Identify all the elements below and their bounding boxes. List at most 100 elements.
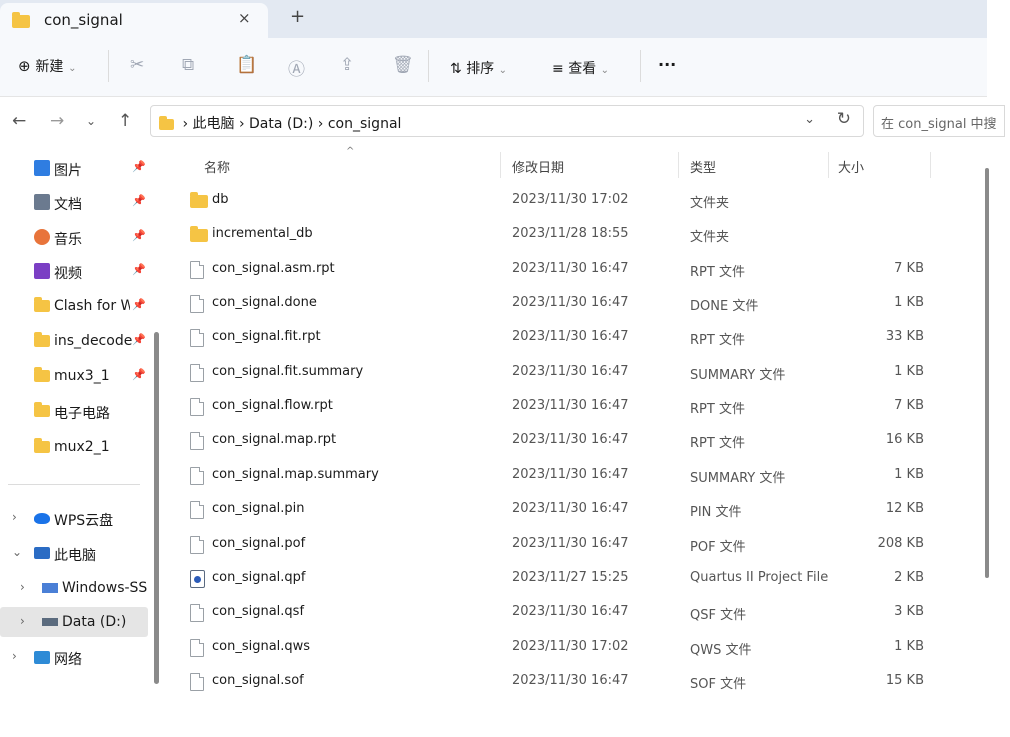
back-arrow-icon[interactable]: ← <box>12 111 26 131</box>
sort-label: 排序 <box>466 61 495 77</box>
folder-icon <box>190 226 208 243</box>
sidebar-item-mux2-1[interactable]: mux2_1 <box>0 432 148 462</box>
file-row[interactable]: con_signal.pof 2023/11/30 16:47 POF 文件 208 … <box>160 527 987 561</box>
breadcrumb-this-pc[interactable]: 此电脑 <box>193 116 235 132</box>
file-name: con_signal.asm.rpt <box>212 260 335 276</box>
column-divider[interactable] <box>500 152 501 178</box>
file-type: QWS 文件 <box>690 642 752 658</box>
column-divider[interactable] <box>678 152 679 178</box>
file-row[interactable]: con_signal.qsf 2023/11/30 16:47 QSF 文件 3 KB <box>160 595 987 629</box>
sort-button[interactable]: ⇅ 排序 ⌄ <box>450 58 507 78</box>
search-input[interactable]: 在 con_signal 中搜 <box>873 105 1005 137</box>
sidebar-item-pictures[interactable]: 图片 📌 <box>0 153 148 183</box>
pin-icon[interactable]: 📌 <box>132 160 146 173</box>
column-header-date[interactable]: 修改日期 <box>512 157 564 176</box>
folder-icon <box>34 367 50 382</box>
file-icon <box>190 672 204 691</box>
sidebar-item-data-d[interactable]: › Data (D:) <box>0 607 148 637</box>
breadcrumb: › 此电脑 › Data (D:) › con_signal <box>159 113 401 133</box>
breadcrumb-con-signal[interactable]: con_signal <box>328 116 402 132</box>
sidebar-item-mux3-1[interactable]: mux3_1 📌 <box>0 361 148 391</box>
file-row[interactable]: incremental_db 2023/11/28 18:55 文件夹 <box>160 217 987 251</box>
sidebar-scrollbar[interactable] <box>154 332 159 684</box>
column-header-name[interactable]: 名称 <box>204 157 230 176</box>
pin-icon[interactable]: 📌 <box>132 298 146 311</box>
sidebar-item-videos[interactable]: 视频 📌 <box>0 256 148 286</box>
file-size: 15 KB <box>885 672 924 688</box>
new-tab-button[interactable]: + <box>290 6 305 27</box>
refresh-icon[interactable]: ↻ <box>837 109 851 129</box>
pin-icon[interactable]: 📌 <box>132 368 146 381</box>
file-modified-date: 2023/11/30 17:02 <box>512 638 629 654</box>
file-size: 1 KB <box>894 295 924 311</box>
rename-icon[interactable]: Ⓐ <box>288 55 305 80</box>
expand-chevron-icon[interactable]: › <box>12 510 17 524</box>
column-divider[interactable] <box>828 152 829 178</box>
file-name: db <box>212 192 229 207</box>
delete-icon[interactable]: 🗑 <box>392 55 414 75</box>
folder-icon <box>34 438 50 453</box>
sidebar-item-label: 图片 <box>54 163 82 179</box>
breadcrumb-data-d[interactable]: Data (D:) <box>249 116 313 132</box>
copy-icon[interactable]: ⧉ <box>182 55 194 75</box>
close-tab-icon[interactable]: × <box>238 9 251 27</box>
paste-icon[interactable]: 📋 <box>236 55 257 75</box>
sidebar-item-wps-cloud[interactable]: › WPS云盘 <box>0 503 148 533</box>
sidebar-item-clash[interactable]: Clash for Wi 📌 <box>0 291 148 321</box>
sidebar-item-music[interactable]: 音乐 📌 <box>0 222 148 252</box>
cut-icon[interactable]: ✂ <box>130 55 144 75</box>
pin-icon[interactable]: 📌 <box>132 263 146 276</box>
more-options-icon[interactable]: ··· <box>658 55 676 74</box>
file-modified-date: 2023/11/28 18:55 <box>512 226 629 242</box>
file-row[interactable]: db 2023/11/30 17:02 文件夹 <box>160 183 987 217</box>
sidebar-item-circuits[interactable]: 电子电路 <box>0 396 148 426</box>
tab-con-signal[interactable]: con_signal × <box>0 3 268 38</box>
collapse-chevron-icon[interactable]: ⌄ <box>12 545 22 559</box>
view-button[interactable]: ≡ 查看 ⌄ <box>552 58 609 78</box>
pictures-icon <box>34 160 50 176</box>
column-divider[interactable] <box>930 152 931 178</box>
file-row[interactable]: con_signal.pin 2023/11/30 16:47 PIN 文件 12 K… <box>160 492 987 526</box>
new-button[interactable]: ⊕ 新建 ⌄ <box>18 56 77 76</box>
expand-chevron-icon[interactable]: › <box>12 649 17 663</box>
file-list-scrollbar[interactable] <box>985 168 989 578</box>
sidebar-item-label: Clash for Wi <box>54 298 130 314</box>
file-row[interactable]: con_signal.asm.rpt 2023/11/30 16:47 RPT 文件… <box>160 252 987 286</box>
file-name: incremental_db <box>212 226 313 242</box>
file-modified-date: 2023/11/30 16:47 <box>512 329 629 345</box>
file-row[interactable]: con_signal.map.summary 2023/11/30 16:47 SU… <box>160 458 987 492</box>
column-header-type[interactable]: 类型 <box>690 157 716 176</box>
file-icon <box>190 604 204 623</box>
file-row[interactable]: con_signal.flow.rpt 2023/11/30 16:47 RPT 文… <box>160 389 987 423</box>
column-header-size[interactable]: 大小 <box>838 157 864 176</box>
pin-icon[interactable]: 📌 <box>132 333 146 346</box>
file-row[interactable]: con_signal.done 2023/11/30 16:47 DONE 文件 1 … <box>160 286 987 320</box>
forward-arrow-icon[interactable]: → <box>50 111 64 131</box>
file-row[interactable]: con_signal.sof 2023/11/30 16:47 SOF 文件 15 K… <box>160 664 987 698</box>
expand-chevron-icon[interactable]: › <box>20 580 25 594</box>
file-row[interactable]: con_signal.qpf 2023/11/27 15:25 Quartus II… <box>160 561 987 595</box>
file-type: Quartus II Project File <box>690 569 829 585</box>
file-name: con_signal.map.rpt <box>212 432 337 448</box>
file-type: 文件夹 <box>690 196 730 211</box>
sidebar-item-documents[interactable]: 文档 📌 <box>0 187 148 217</box>
file-type: PIN 文件 <box>690 505 742 521</box>
recent-dropdown-icon[interactable]: ⌄ <box>86 114 96 128</box>
up-arrow-icon[interactable]: ↑ <box>118 111 132 131</box>
file-row[interactable]: con_signal.map.rpt 2023/11/30 16:47 RPT 文件… <box>160 423 987 457</box>
file-row[interactable]: con_signal.fit.rpt 2023/11/30 16:47 RPT 文件… <box>160 320 987 354</box>
sidebar-item-this-pc[interactable]: ⌄ 此电脑 <box>0 538 148 568</box>
sidebar-item-network[interactable]: › 网络 <box>0 642 148 672</box>
pin-icon[interactable]: 📌 <box>132 229 146 242</box>
file-type: RPT 文件 <box>690 436 745 452</box>
address-bar[interactable]: › 此电脑 › Data (D:) › con_signal ⌄ ↻ <box>150 105 864 137</box>
expand-chevron-icon[interactable]: › <box>20 614 25 628</box>
sidebar-item-ins-decode[interactable]: ins_decode 📌 <box>0 326 148 356</box>
address-dropdown-icon[interactable]: ⌄ <box>804 112 815 127</box>
file-row[interactable]: con_signal.qws 2023/11/30 17:02 QWS 文件 1 KB <box>160 630 987 664</box>
file-row[interactable]: con_signal.fit.summary 2023/11/30 16:47 SU… <box>160 355 987 389</box>
file-type: DONE 文件 <box>690 299 759 315</box>
share-icon[interactable]: ⇪ <box>340 55 354 75</box>
pin-icon[interactable]: 📌 <box>132 194 146 207</box>
sidebar-item-windows-ssd[interactable]: › Windows-SSD <box>0 573 148 603</box>
